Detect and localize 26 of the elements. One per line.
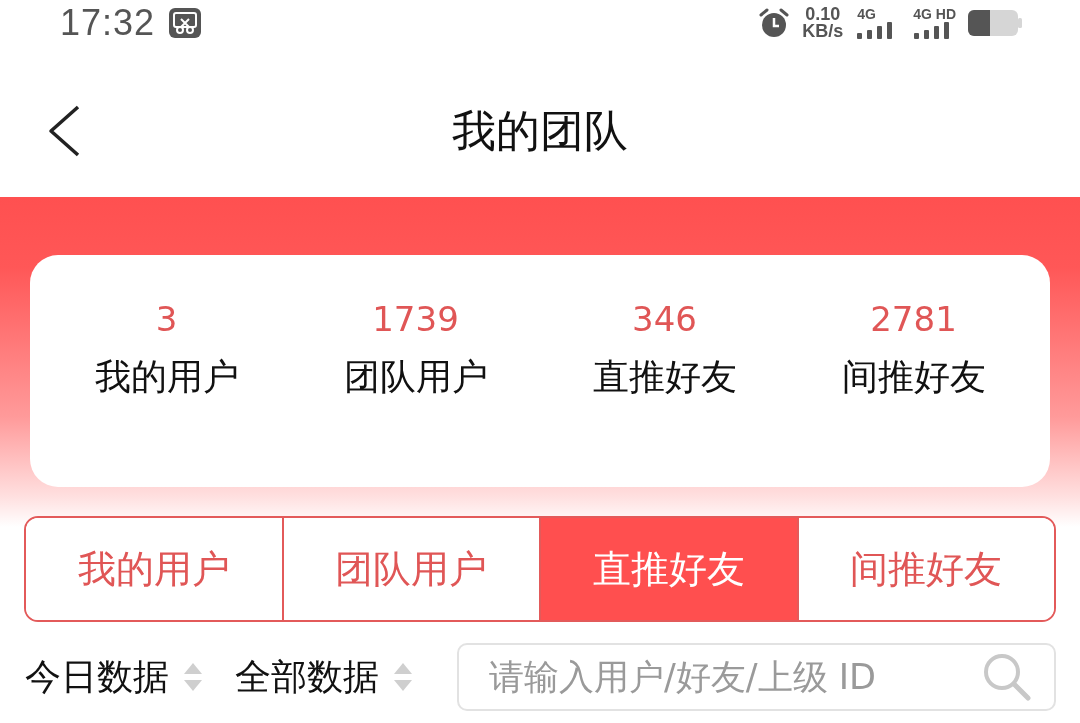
screenshot-icon <box>169 7 202 38</box>
page-title: 我的团队 <box>452 103 628 158</box>
stat-label: 我的用户 <box>94 355 239 399</box>
network-speed-unit: KB/s <box>802 22 844 40</box>
sort-filter-button[interactable]: 全部数据 <box>235 652 413 702</box>
sort-icon <box>183 661 203 693</box>
status-time: 17:32 <box>60 1 156 44</box>
stat-label: 团队用户 <box>343 355 488 399</box>
sort-filter-button[interactable]: 今日数据 <box>25 652 203 702</box>
stat-value: 2781 <box>870 299 957 339</box>
stat-label: 间推好友 <box>841 355 986 399</box>
back-chevron-icon <box>48 105 80 157</box>
search-icon <box>982 652 1032 702</box>
battery-icon <box>968 9 1022 36</box>
alarm-clock-icon <box>758 6 791 39</box>
network-speed-value: 0.10 <box>805 5 841 23</box>
stat-value: 3 <box>155 299 178 339</box>
stat-value: 346 <box>632 299 697 339</box>
stat-label: 直推好友 <box>592 355 737 399</box>
tab[interactable]: 间推好友 <box>796 518 1054 620</box>
sort-icon <box>393 661 413 693</box>
tab[interactable]: 直推好友 <box>539 518 797 620</box>
search-field[interactable]: 请输入用户/好友/上级 ID <box>457 643 1056 711</box>
network-type-label: 4G HD <box>913 6 956 21</box>
network-type-label: 4G <box>857 6 876 21</box>
stat-value: 1739 <box>372 299 459 339</box>
